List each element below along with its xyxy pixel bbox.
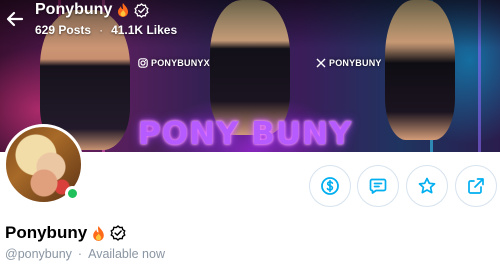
message-icon [369,178,387,194]
stats-separator: · [99,23,104,37]
instagram-icon [138,58,148,68]
fire-icon [118,3,129,17]
display-name-text: Ponybuny [5,223,88,242]
banner-brand-text: PONY BUNY [138,116,353,152]
fire-icon [93,225,104,241]
x-handle: PONYBUNY [329,58,382,68]
posts-stat: 629 Posts [35,23,91,37]
back-button[interactable] [4,8,26,30]
header-title: Ponybuny [35,1,149,19]
share-icon [468,178,484,194]
availability-status: Available now [88,247,165,261]
username: @ponybuny [5,247,72,261]
posts-count: 629 [35,23,56,37]
instagram-handle: PONYBUNYX [151,58,210,68]
likes-label: Likes [146,23,178,37]
dollar-icon [321,177,339,195]
x-logo-icon [316,58,326,68]
likes-stat: 41.1K Likes [111,23,177,37]
header-name: Ponybuny [35,1,113,18]
favorite-button[interactable] [406,165,448,207]
header-stats: 629 Posts · 41.1K Likes [35,23,177,37]
profile-subline: @ponybuny · Available now [5,247,165,261]
banner-x-tag: PONYBUNY [316,58,382,68]
star-icon [418,177,436,194]
verified-icon [134,2,149,18]
share-button[interactable] [455,165,497,207]
message-button[interactable] [357,165,399,207]
banner-instagram-tag: PONYBUNYX [138,58,210,68]
online-status-dot [65,186,80,201]
profile-display-name: Ponybuny [5,223,126,243]
subline-separator: · [77,247,83,261]
posts-label: Posts [58,23,92,37]
tip-button[interactable] [309,165,351,207]
arrow-left-icon [6,11,24,27]
likes-count: 41.1K [111,23,144,37]
verified-icon [110,225,126,241]
